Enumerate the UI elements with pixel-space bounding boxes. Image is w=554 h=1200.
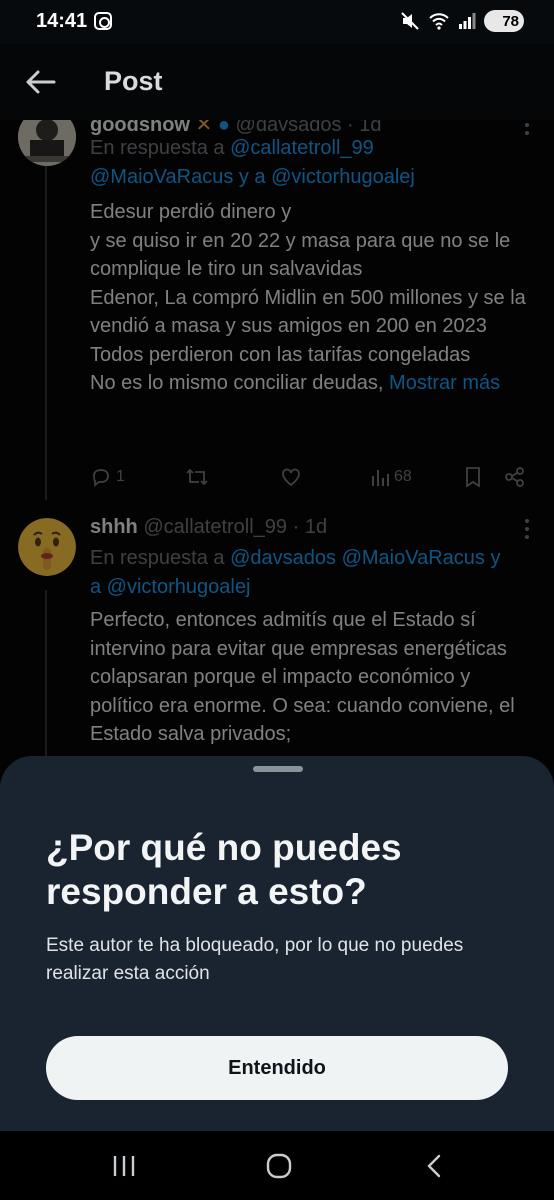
status-time: 14:41 — [36, 10, 88, 32]
views-button[interactable]: 68 — [370, 466, 412, 488]
reply-mention-link[interactable]: @davsados @MaioVaRacus y — [230, 547, 500, 569]
chevron-left-icon — [427, 1154, 441, 1178]
reply-icon — [93, 469, 109, 487]
back-button[interactable] — [20, 64, 60, 100]
reply-context: En respuesta a @callatetroll_99 @MaioVaR… — [90, 134, 530, 192]
reply-mention-link[interactable]: a @victorhugoalej — [90, 576, 250, 598]
battery-level: 78 — [502, 12, 519, 30]
share-icon — [505, 467, 524, 487]
tweet-actions: 1 68 — [90, 466, 530, 492]
sheet-title: ¿Por qué no puedes responder a esto? — [46, 827, 402, 912]
recent-apps-icon — [113, 1156, 135, 1176]
tweet-time: 1d — [304, 516, 328, 538]
arrow-left-icon — [26, 70, 56, 94]
home-button[interactable] — [259, 1151, 299, 1181]
avatar-image — [18, 120, 76, 166]
share-button[interactable] — [504, 466, 526, 488]
page-title: Post — [104, 66, 163, 96]
user-handle[interactable]: @callatetroll_99 — [143, 516, 287, 538]
sheet-drag-handle[interactable] — [253, 766, 303, 772]
repost-button[interactable] — [185, 466, 209, 488]
tweet-text: Edesur perdió dinero y y se quiso ir en … — [90, 198, 530, 398]
reply-count: 1 — [116, 468, 125, 485]
reply-context: En respuesta a @davsados @MaioVaRacus y … — [90, 544, 530, 602]
status-icons: 78 — [400, 10, 524, 32]
tweet-body: Edesur perdió dinero y y se quiso ir en … — [90, 201, 526, 394]
bookmark-button[interactable] — [464, 466, 482, 488]
more-options-icon[interactable] — [524, 518, 530, 540]
reply-prefix: En respuesta a — [90, 137, 225, 159]
views-icon — [372, 470, 389, 486]
system-nav-bar — [0, 1131, 554, 1200]
display-name[interactable]: shhh — [90, 516, 138, 538]
repost-icon — [186, 468, 208, 486]
instagram-notification-icon — [94, 12, 112, 30]
reply-mention-link[interactable]: @callatetroll_99 — [230, 137, 374, 159]
wifi-icon — [429, 13, 449, 30]
bookmark-icon — [466, 467, 480, 488]
app-bar: Post — [0, 44, 554, 120]
battery-indicator: 78 — [484, 10, 524, 32]
understood-button[interactable]: Entendido — [46, 1036, 508, 1100]
avatar[interactable] — [18, 120, 76, 166]
shushing-face-emoji — [18, 518, 76, 576]
like-button[interactable] — [280, 466, 302, 488]
tweet-body: Perfecto, entonces admitís que el Estado… — [90, 609, 515, 745]
system-back-button[interactable] — [414, 1151, 454, 1181]
separator: · — [292, 516, 305, 538]
heart-icon — [282, 468, 300, 487]
tweet-header: shhh @callatetroll_99 · 1d — [90, 516, 327, 539]
sheet-message: Este autor te ha bloqueado, por lo que n… — [46, 935, 464, 984]
thread-connector — [45, 160, 47, 500]
signal-icon — [459, 13, 476, 29]
tweet-text: Perfecto, entonces admitís que el Estado… — [90, 606, 530, 749]
show-more-link[interactable]: Mostrar más — [389, 372, 500, 394]
reply-prefix: En respuesta a — [90, 547, 225, 569]
mute-icon — [401, 12, 419, 30]
status-bar: 14:41 78 — [0, 0, 554, 44]
reply-button[interactable]: 1 — [90, 466, 125, 488]
avatar[interactable] — [18, 518, 76, 576]
view-count: 68 — [394, 468, 412, 485]
blocked-reply-sheet: ¿Por qué no puedes responder a esto? Est… — [0, 756, 554, 1131]
home-icon — [266, 1153, 292, 1179]
recent-apps-button[interactable] — [104, 1151, 144, 1181]
reply-mention-link[interactable]: @MaioVaRacus y a @victorhugoalej — [90, 166, 415, 188]
